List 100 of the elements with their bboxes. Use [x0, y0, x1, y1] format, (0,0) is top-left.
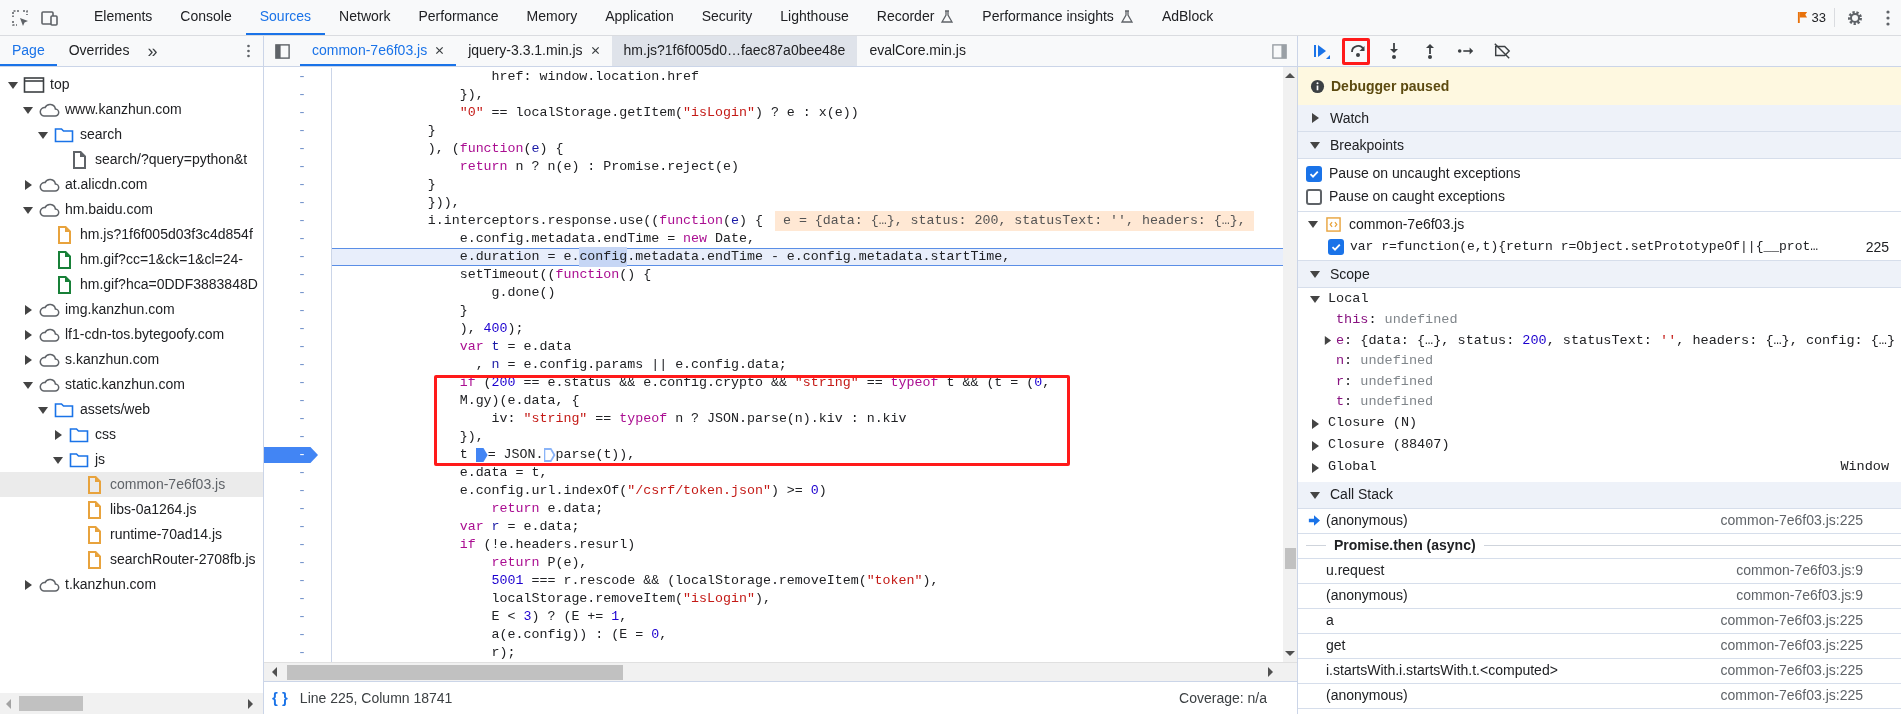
tree-item[interactable]: lf1-cdn-tos.bytegoofy.com — [0, 322, 263, 347]
expand-arrow-icon[interactable] — [53, 429, 63, 440]
sidebar-toggle-icon[interactable] — [273, 42, 291, 60]
issues-button[interactable]: 33 — [1788, 8, 1835, 27]
pretty-print-button[interactable]: { } — [272, 686, 288, 710]
panel-tab[interactable]: AdBlock — [1147, 0, 1228, 35]
checkbox[interactable] — [1328, 239, 1344, 255]
tree-item[interactable]: at.alicdn.com — [0, 172, 263, 197]
horizontal-scrollbar[interactable] — [0, 693, 263, 714]
tree-item[interactable]: www.kanzhun.com — [0, 97, 263, 122]
step-over-icon[interactable] — [1349, 42, 1367, 60]
more-tabs-button[interactable]: » — [141, 36, 164, 66]
tree-item[interactable]: static.kanzhun.com — [0, 372, 263, 397]
resume-icon[interactable] — [1313, 42, 1331, 60]
tree-item[interactable]: search — [0, 122, 263, 147]
deactivate-breakpoints-icon[interactable] — [1493, 42, 1511, 60]
tree-item[interactable]: searchRouter-2708fb.js — [0, 547, 263, 572]
inspect-icon[interactable] — [10, 7, 30, 28]
scope-group[interactable]: Closure (88407) — [1298, 434, 1901, 457]
checkbox[interactable] — [1306, 188, 1322, 205]
tree-item[interactable]: common-7e6f03.js — [0, 472, 263, 497]
file-tab[interactable]: common-7e6f03.js — [300, 36, 457, 66]
collapse-arrow-icon[interactable] — [53, 454, 63, 465]
panel-tab[interactable]: Performance insights — [968, 0, 1148, 35]
file-tab[interactable]: evalCore.min.js — [857, 36, 978, 66]
tree-item[interactable]: runtime-70ad14.js — [0, 522, 263, 547]
expand-arrow-icon[interactable] — [23, 304, 33, 315]
panel-tab[interactable]: Performance — [404, 0, 513, 35]
expand-arrow-icon[interactable] — [1310, 440, 1320, 451]
expand-arrow-icon[interactable] — [1310, 418, 1320, 429]
tree-item[interactable]: hm.baidu.com — [0, 197, 263, 222]
navigator-tab[interactable]: Page — [0, 36, 57, 66]
tree-item[interactable]: s.kanzhun.com — [0, 347, 263, 372]
more-options-icon[interactable] — [1885, 8, 1891, 27]
tree-item[interactable]: css — [0, 422, 263, 447]
panel-tab[interactable]: Memory — [512, 0, 592, 35]
section-header[interactable]: Breakpoints — [1298, 132, 1901, 159]
collapse-arrow-icon[interactable] — [1310, 489, 1320, 500]
expand-arrow-icon[interactable] — [1310, 462, 1320, 473]
tree-item[interactable]: img.kanzhun.com — [0, 297, 263, 322]
collapse-arrow-icon[interactable] — [23, 104, 33, 115]
checkbox[interactable] — [1306, 165, 1322, 182]
breakpoint-marker[interactable]: - — [264, 447, 318, 463]
call-stack-frame[interactable]: (anonymous) common-7e6f03.js:225 — [1298, 683, 1901, 709]
collapse-arrow-icon[interactable] — [1310, 269, 1320, 279]
navigator-tab[interactable]: Overrides — [56, 36, 142, 66]
panel-tab[interactable]: Network — [325, 0, 405, 35]
tree-item[interactable]: hm.gif?hca=0DDF3883848D — [0, 272, 263, 297]
sidebar-toggle-icon[interactable] — [1270, 42, 1288, 60]
tree-item[interactable]: search/?query=python&t — [0, 147, 263, 172]
scope-group[interactable]: Closure (N) — [1298, 412, 1901, 435]
close-icon[interactable] — [590, 45, 600, 55]
file-tab[interactable]: jquery-3.3.1.min.js — [456, 36, 612, 66]
call-stack-frame[interactable]: (anonymous) common-7e6f03.js:225 — [1298, 508, 1901, 534]
scope-variable[interactable]: e: {data: {…}, status: 200, statusText: '', headers: {…}, config: {…} — [1298, 330, 1901, 351]
tree-item[interactable]: top — [0, 72, 263, 97]
collapse-arrow-icon[interactable] — [23, 379, 33, 390]
collapse-arrow-icon[interactable] — [1310, 294, 1320, 304]
file-tab[interactable]: hm.js?1f6f005d0…faec87a0bee48e — [611, 36, 858, 66]
vertical-scrollbar[interactable] — [1283, 67, 1297, 662]
call-stack-frame[interactable]: get common-7e6f03.js:225 — [1298, 633, 1901, 659]
tree-item[interactable]: hm.js?1f6f005d03f3c4d854f — [0, 222, 263, 247]
checkbox-option[interactable]: Pause on uncaught exceptions — [1298, 162, 1901, 185]
section-header[interactable]: Call Stack — [1298, 481, 1901, 509]
tree-item[interactable]: hm.gif?cc=1&ck=1&cl=24- — [0, 247, 263, 272]
close-icon[interactable] — [435, 45, 445, 55]
collapse-arrow-icon[interactable] — [1308, 219, 1318, 229]
panel-tab[interactable]: Security — [687, 0, 767, 35]
scope-group[interactable]: Global Window — [1298, 456, 1901, 479]
expand-arrow-icon[interactable] — [23, 579, 33, 590]
panel-tab[interactable]: Recorder — [862, 0, 969, 35]
more-options-icon[interactable] — [246, 43, 251, 59]
expand-arrow-icon[interactable] — [1323, 336, 1332, 346]
panel-tab[interactable]: Elements — [80, 0, 167, 35]
expand-arrow-icon[interactable] — [23, 329, 33, 340]
section-header[interactable]: Scope — [1298, 261, 1901, 288]
tree-item[interactable]: libs-0a1264.js — [0, 497, 263, 522]
expand-arrow-icon[interactable] — [1310, 113, 1320, 123]
expand-arrow-icon[interactable] — [23, 179, 33, 190]
collapse-arrow-icon[interactable] — [8, 79, 18, 90]
collapse-arrow-icon[interactable] — [38, 404, 48, 415]
collapse-arrow-icon[interactable] — [38, 129, 48, 140]
breakpoint-file[interactable]: common-7e6f03.js — [1298, 212, 1901, 236]
call-stack-frame[interactable]: (anonymous) common-7e6f03.js:9 — [1298, 583, 1901, 609]
horizontal-scrollbar[interactable] — [264, 662, 1297, 681]
panel-tab[interactable]: Console — [166, 0, 246, 35]
tree-item[interactable]: js — [0, 447, 263, 472]
panel-tab[interactable]: Application — [591, 0, 688, 35]
inline-breakpoint-icon[interactable] — [475, 448, 488, 462]
checkbox-option[interactable]: Pause on caught exceptions — [1298, 185, 1901, 208]
collapse-arrow-icon[interactable] — [23, 204, 33, 215]
call-stack-frame[interactable]: a common-7e6f03.js:225 — [1298, 608, 1901, 634]
tree-item[interactable]: t.kanzhun.com — [0, 572, 263, 597]
call-stack-frame[interactable]: i.startsWith.i.startsWith.t.<computed> common-7e6f03.js:225 — [1298, 658, 1901, 684]
expand-arrow-icon[interactable] — [23, 354, 33, 365]
scope-group[interactable]: Local — [1298, 288, 1901, 310]
panel-tab[interactable]: Lighthouse — [766, 0, 863, 35]
call-stack-frame[interactable]: u.request common-7e6f03.js:9 — [1298, 558, 1901, 584]
section-header[interactable]: Watch — [1298, 105, 1901, 132]
collapse-arrow-icon[interactable] — [1310, 140, 1320, 150]
